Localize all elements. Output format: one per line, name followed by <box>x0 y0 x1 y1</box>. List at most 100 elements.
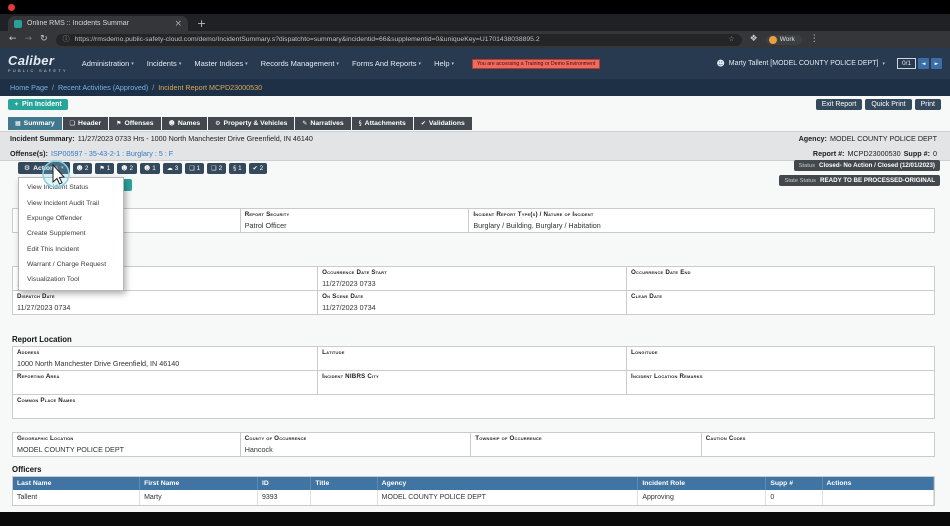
supplements-count-badge[interactable]: ❑2 <box>207 163 226 174</box>
menu-item-view-incident-audit-trail[interactable]: View Incident Audit Trail <box>19 195 123 210</box>
officers-count-badge[interactable]: ☻1 <box>140 163 160 174</box>
field-label: Incident NIBRS City <box>322 373 622 381</box>
narratives-count-badge[interactable]: ❑1 <box>185 163 204 174</box>
actions-dropdown-button[interactable]: ⚙ Actions ▾ <box>18 162 70 174</box>
tab-narratives[interactable]: ✎Narratives <box>295 117 350 130</box>
names-person-icon: ☻ <box>169 120 175 127</box>
field-label: Latitude <box>322 349 622 357</box>
field-label: Geographic Location <box>17 435 236 443</box>
person-icon: ☻ <box>144 165 150 172</box>
page-icon: ❑ <box>189 165 194 172</box>
validations-count-badge[interactable]: ✔2 <box>249 163 268 174</box>
tab-close-icon[interactable]: × <box>174 19 182 29</box>
field-label: County of Occurrence <box>245 435 467 443</box>
tab-attachments[interactable]: §Attachments <box>352 117 413 130</box>
report-number-label: Report #: <box>813 149 845 158</box>
menu-item-warrant-charge-request[interactable]: Warrant / Charge Request <box>19 257 123 272</box>
field-label: Clear Date <box>631 293 930 301</box>
tab-property-vehicles[interactable]: ⚙Property & Vehicles <box>208 117 294 130</box>
main-content: ✦ Pin Incident Exit Report Quick Print P… <box>0 96 950 512</box>
tab-summary[interactable]: ▦Summary <box>8 117 62 130</box>
report-toolbar: ✦ Pin Incident Exit Report Quick Print P… <box>8 99 941 110</box>
chevron-down-icon: ▾ <box>452 61 455 67</box>
nav-forms-and-reports[interactable]: Forms And Reports▾ <box>352 59 421 68</box>
url-text: https://rmsdemo.public-safety-cloud.com/… <box>75 36 724 43</box>
profile-label: Work <box>780 36 795 43</box>
tab-names[interactable]: ☻Names <box>162 117 208 130</box>
nav-master-indices[interactable]: Master Indices▾ <box>194 59 247 68</box>
incident-summary-label: Incident Summary: <box>10 134 75 143</box>
nav-help[interactable]: Help▾ <box>434 59 454 68</box>
reload-icon[interactable]: ↻ <box>40 35 48 44</box>
address-bar[interactable]: ⓘ https://rmsdemo.public-safety-cloud.co… <box>56 34 742 46</box>
property-count-badge[interactable]: ☁3 <box>163 163 183 174</box>
offense-label: Offense(s): <box>10 149 48 158</box>
form-group-security: Report SecurityPatrol Officer Incident R… <box>12 208 935 233</box>
pin-incident-button[interactable]: ✦ Pin Incident <box>8 99 68 110</box>
form-cell-common-place-names: Common Place Names <box>13 395 935 419</box>
offenses-count-badge[interactable]: ⚑1 <box>95 163 114 174</box>
col-last-name: Last Name <box>13 477 140 490</box>
breadcrumb-recent-activities[interactable]: Recent Activities (Approved) <box>58 83 148 92</box>
user-menu[interactable]: ☻ Marty Tallent [MODEL COUNTY POLICE DEP… <box>716 59 885 68</box>
form-cell-caution-codes: Caution Codes <box>702 433 935 457</box>
offenses-flag-icon: ⚑ <box>116 120 121 127</box>
person-icon: ☻ <box>121 165 127 172</box>
field-label: Longitude <box>631 349 930 357</box>
nav-incidents[interactable]: Incidents▾ <box>147 59 182 68</box>
field-label: Common Place Names <box>17 397 930 405</box>
header-page-icon: ❑ <box>70 120 75 127</box>
address-link[interactable]: 1000 North Manchester Drive Greenfield, … <box>17 359 313 368</box>
back-icon[interactable]: ← <box>9 35 17 44</box>
breadcrumb-home[interactable]: Home Page <box>10 83 48 92</box>
nav-records-management[interactable]: Records Management▾ <box>261 59 339 68</box>
browser-tab[interactable]: Online RMS :: Incidents Summar × <box>8 16 188 31</box>
new-tab-button[interactable]: + <box>197 17 206 30</box>
form-cell-on-scene-date: On Scene Date11/27/2023 0734 <box>318 291 627 315</box>
check-icon: ✔ <box>253 165 258 172</box>
forward-icon[interactable]: → <box>25 35 33 44</box>
tab-header[interactable]: ❑Header <box>63 117 108 130</box>
names-count-badge[interactable]: ☻2 <box>117 163 137 174</box>
print-button[interactable]: Print <box>915 99 941 110</box>
field-value: 11/27/2023 0734 <box>17 303 313 312</box>
field-value <box>631 359 930 368</box>
persons-count-badge[interactable]: ☻2 <box>73 163 93 174</box>
field-label: Occurrence Date End <box>631 269 930 277</box>
menu-item-expunge-offender[interactable]: Expunge Offender <box>19 211 123 226</box>
extensions-icon[interactable]: ❖ <box>750 35 758 44</box>
main-nav: Administration▾ Incidents▾ Master Indice… <box>82 59 454 68</box>
pager-next-button[interactable]: ► <box>931 58 942 69</box>
nav-administration[interactable]: Administration▾ <box>82 59 134 68</box>
incident-summary-band: Incident Summary:11/27/2023 0733 Hrs - 1… <box>0 131 950 161</box>
state-status-label: State Status <box>784 178 816 184</box>
form-cell-incident-location-remarks: Incident Location Remarks <box>627 371 935 395</box>
officer-actions <box>823 490 934 505</box>
field-label: Incident Report Type(s) / Nature of Inci… <box>473 211 930 219</box>
tab-validations[interactable]: ✔Validations <box>414 117 472 130</box>
officers-title: Officers <box>12 465 41 474</box>
menu-item-edit-this-incident[interactable]: Edit This Incident <box>19 242 123 257</box>
offense-link[interactable]: ISP00597 - 35-43-2-1 : Burglary : 5 : F <box>51 149 173 158</box>
person-icon: ☻ <box>77 165 83 172</box>
site-info-icon[interactable]: ⓘ <box>63 36 70 43</box>
menu-item-view-incident-status[interactable]: View Incident Status <box>19 180 123 195</box>
bookmark-star-icon[interactable]: ☆ <box>728 36 734 43</box>
caliber-logo: Caliber PUBLIC SAFETY <box>8 54 68 73</box>
actions-row: ⚙ Actions ▾ ☻2 ⚑1 ☻2 ☻1 ☁3 ❑1 ❑2 §1 ✔2 <box>18 162 267 174</box>
pager-prev-button[interactable]: ◄ <box>918 58 929 69</box>
exit-report-button[interactable]: Exit Report <box>816 99 863 110</box>
browser-menu-icon[interactable]: ⋮ <box>810 35 819 44</box>
form-group-location: Address1000 North Manchester Drive Green… <box>12 346 935 419</box>
form-cell-reporting-area: Reporting Area <box>13 371 318 395</box>
cloud-icon: ☁ <box>167 165 173 172</box>
quick-print-button[interactable]: Quick Print <box>865 99 911 110</box>
menu-item-create-supplement[interactable]: Create Supplement <box>19 226 123 241</box>
browser-profile-chip[interactable]: Work <box>766 35 802 45</box>
tab-title: Online RMS :: Incidents Summar <box>27 20 169 27</box>
attachments-count-badge[interactable]: §1 <box>229 163 246 174</box>
field-label: Incident Location Remarks <box>631 373 930 381</box>
tab-offenses[interactable]: ⚑Offenses <box>109 117 160 130</box>
menu-item-visualization-tool[interactable]: Visualization Tool <box>19 272 123 287</box>
status-value: Closed- No Action / Closed (12/01/2023) <box>819 162 935 169</box>
